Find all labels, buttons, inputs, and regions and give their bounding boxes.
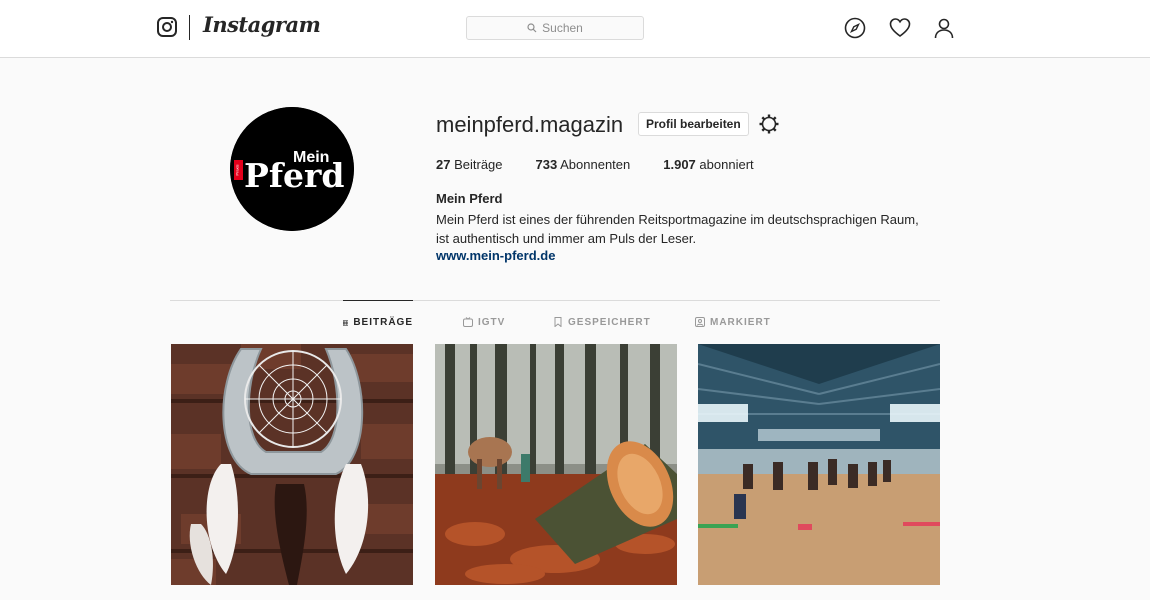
compass-icon[interactable] [844,17,866,39]
profile-avatar[interactable]: Praxis Mein Pferd [230,107,354,231]
tab-saved-label: GESPEICHERT [568,316,651,328]
heart-icon[interactable] [889,17,911,39]
stat-followers-value: 733 [535,157,558,172]
nav-divider [189,15,190,40]
stat-following-value: 1.907 [663,157,696,172]
user-icon[interactable] [933,17,955,39]
profile-website-link[interactable]: www.mein-pferd.de [436,248,555,263]
mein-pferd-logo: Praxis Mein Pferd [230,107,354,231]
gear-icon[interactable] [758,113,780,135]
stat-posts-value: 27 [436,157,451,172]
post-thumbnail[interactable] [435,344,677,585]
stat-following[interactable]: 1.907 abonniert [663,157,753,172]
bookmark-icon [554,317,562,327]
tab-tagged[interactable]: MARKIERT [695,300,771,344]
search-placeholder: Suchen [542,21,583,35]
dreamcatcher-photo [171,344,413,585]
stat-followers-label: Abonnenten [560,157,631,172]
avatar-title-large: Pferd [244,156,344,195]
search-input[interactable]: Suchen [466,16,644,40]
profile-stats: 27 Beiträge 733 Abonnenten 1.907 abonnie… [436,157,787,172]
tv-icon [463,317,473,327]
tab-posts[interactable]: BEITRÄGE [343,300,413,344]
tab-tagged-label: MARKIERT [710,316,771,328]
instagram-wordmark[interactable]: Instagram [203,12,321,37]
post-thumbnail[interactable] [171,344,413,585]
stat-following-label: abonniert [699,157,754,172]
profile-username: meinpferd.magazin [436,112,624,137]
riding-arena-photo [698,344,940,585]
instagram-camera-icon[interactable] [157,17,177,37]
avatar-side-text: Praxis [235,164,240,175]
grid-icon [343,319,349,326]
search-icon [527,23,537,33]
forest-log-photo [435,344,677,585]
top-navigation: Instagram Suchen [0,0,1150,58]
stat-posts-label: Beiträge [454,157,503,172]
tag-icon [695,317,705,327]
tab-igtv[interactable]: IGTV [463,300,505,344]
tab-igtv-label: IGTV [478,316,506,328]
post-thumbnail[interactable] [698,344,940,585]
profile-full-name: Mein Pferd [436,191,503,206]
tab-saved[interactable]: GESPEICHERT [553,300,651,344]
edit-profile-button[interactable]: Profil bearbeiten [638,112,749,136]
profile-bio: Mein Pferd ist eines der führenden Reits… [436,212,919,246]
stat-posts[interactable]: 27 Beiträge [436,157,503,172]
tab-posts-label: BEITRÄGE [353,317,413,328]
stat-followers[interactable]: 733 Abonnenten [536,157,631,172]
